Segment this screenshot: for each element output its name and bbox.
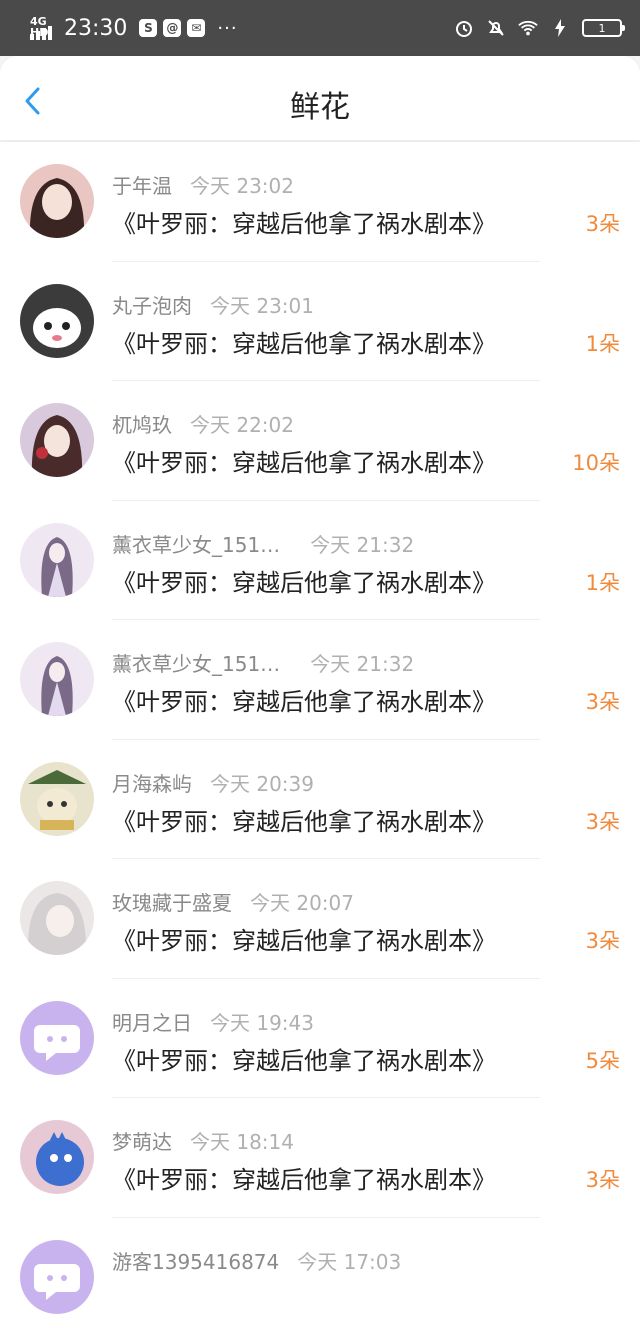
user-name: 梦萌达 xyxy=(112,1130,172,1154)
user-name: 于年温 xyxy=(112,174,172,198)
book-title: 《叶罗丽：穿越后他拿了祸水剧本》 xyxy=(112,802,496,837)
user-name: 玫瑰藏于盛夏 xyxy=(112,891,232,915)
mail-notification-icon: ✉ xyxy=(187,19,205,37)
avatar[interactable] xyxy=(20,164,94,238)
avatar[interactable] xyxy=(20,1120,94,1194)
book-title: 《叶罗丽：穿越后他拿了祸水剧本》 xyxy=(112,1041,496,1076)
app-notification-icon: @ xyxy=(163,19,181,37)
user-name: 月海森屿 xyxy=(112,772,192,796)
user-name: 薰衣草少女_151… xyxy=(112,652,280,676)
charging-icon xyxy=(550,18,570,38)
flower-count: 1朵 xyxy=(586,328,620,358)
list-item[interactable]: 丸子泡肉今天 23:01 《叶罗丽：穿越后他拿了祸水剧本》 1朵 xyxy=(0,262,640,382)
flower-count: 10朵 xyxy=(572,447,620,477)
send-time: 今天 21:32 xyxy=(310,652,414,676)
avatar[interactable] xyxy=(20,403,94,477)
user-name: 游客1395416874 xyxy=(112,1250,279,1274)
send-time: 今天 21:32 xyxy=(310,533,414,557)
list-item[interactable]: 游客1395416874 今天 17:03 xyxy=(0,1218,640,1337)
send-time: 今天 20:39 xyxy=(210,772,314,796)
flower-count: 3朵 xyxy=(586,208,620,238)
flower-count: 5朵 xyxy=(586,1045,620,1075)
flower-count: 3朵 xyxy=(586,686,620,716)
send-time: 今天 23:02 xyxy=(190,174,294,198)
book-title: 《叶罗丽：穿越后他拿了祸水剧本》 xyxy=(112,204,496,239)
book-title: 《叶罗丽：穿越后他拿了祸水剧本》 xyxy=(112,443,496,478)
battery-icon: 1 xyxy=(582,19,622,37)
more-notifications-icon: ··· xyxy=(217,18,237,39)
book-title: 《叶罗丽：穿越后他拿了祸水剧本》 xyxy=(112,563,496,598)
send-time: 今天 23:01 xyxy=(210,294,314,318)
list-item[interactable]: 薰衣草少女_151… 今天 21:32 《叶罗丽：穿越后他拿了祸水剧本》 1朵 xyxy=(0,501,640,621)
book-title: 《叶罗丽：穿越后他拿了祸水剧本》 xyxy=(112,324,496,359)
wifi-icon xyxy=(518,18,538,38)
list-item[interactable]: 明月之日今天 19:43 《叶罗丽：穿越后他拿了祸水剧本》 5朵 xyxy=(0,979,640,1099)
user-name: 杌鸠玖 xyxy=(112,413,172,437)
list-item[interactable]: 梦萌达今天 18:14 《叶罗丽：穿越后他拿了祸水剧本》 3朵 xyxy=(0,1098,640,1218)
avatar[interactable] xyxy=(20,881,94,955)
book-title: 《叶罗丽：穿越后他拿了祸水剧本》 xyxy=(112,921,496,956)
list-item[interactable]: 玫瑰藏于盛夏今天 20:07 《叶罗丽：穿越后他拿了祸水剧本》 3朵 xyxy=(0,859,640,979)
avatar[interactable] xyxy=(20,523,94,597)
flower-list: 于年温今天 23:02 《叶罗丽：穿越后他拿了祸水剧本》 3朵 丸子泡肉今天 2… xyxy=(0,142,640,1337)
send-time: 今天 18:14 xyxy=(190,1130,294,1154)
book-title: 《叶罗丽：穿越后他拿了祸水剧本》 xyxy=(112,682,496,717)
flower-count: 1朵 xyxy=(586,567,620,597)
send-time: 今天 20:07 xyxy=(250,891,354,915)
user-name: 丸子泡肉 xyxy=(112,294,192,318)
page-title: 鲜花 xyxy=(0,82,640,126)
list-item[interactable]: 薰衣草少女_151… 今天 21:32 《叶罗丽：穿越后他拿了祸水剧本》 3朵 xyxy=(0,620,640,740)
signal-icon: 4G HD xyxy=(30,16,56,40)
user-name: 明月之日 xyxy=(112,1011,192,1035)
alarm-icon xyxy=(454,18,474,38)
list-item[interactable]: 月海森屿今天 20:39 《叶罗丽：穿越后他拿了祸水剧本》 3朵 xyxy=(0,740,640,860)
avatar[interactable] xyxy=(20,1240,94,1314)
app-notification-icon: S xyxy=(139,19,157,37)
user-name: 薰衣草少女_151… xyxy=(112,533,280,557)
flower-count: 3朵 xyxy=(586,925,620,955)
list-item[interactable]: 于年温今天 23:02 《叶罗丽：穿越后他拿了祸水剧本》 3朵 xyxy=(0,142,640,262)
book-title: 《叶罗丽：穿越后他拿了祸水剧本》 xyxy=(112,1160,496,1195)
send-time: 今天 19:43 xyxy=(210,1011,314,1035)
avatar[interactable] xyxy=(20,762,94,836)
flower-count: 3朵 xyxy=(586,806,620,836)
send-time: 今天 22:02 xyxy=(190,413,294,437)
status-time: 23:30 xyxy=(64,16,127,41)
flower-count: 3朵 xyxy=(586,1164,620,1194)
avatar[interactable] xyxy=(20,1001,94,1075)
status-bar: 4G HD 23:30 S @ ✉ ··· 1 xyxy=(0,0,640,56)
list-item[interactable]: 杌鸠玖今天 22:02 《叶罗丽：穿越后他拿了祸水剧本》 10朵 xyxy=(0,381,640,501)
mute-icon xyxy=(486,18,506,38)
avatar[interactable] xyxy=(20,284,94,358)
avatar[interactable] xyxy=(20,642,94,716)
send-time: 今天 17:03 xyxy=(297,1250,401,1274)
page-header: 鲜花 xyxy=(0,56,640,140)
